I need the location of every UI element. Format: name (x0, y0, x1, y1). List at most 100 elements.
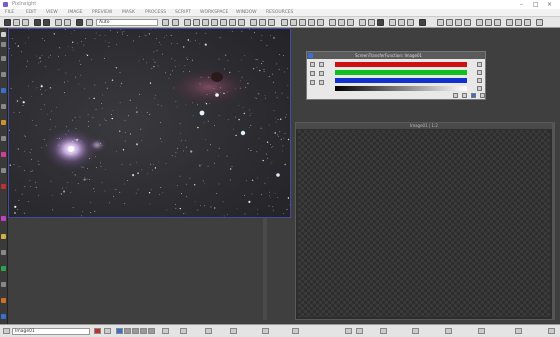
readout-icon[interactable] (162, 19, 169, 26)
display-rgb-icon[interactable] (464, 19, 471, 26)
stf-edit-icon[interactable] (398, 19, 405, 26)
stf-new-instance-icon[interactable] (453, 93, 458, 98)
menu-image[interactable]: IMAGE (68, 10, 83, 15)
display-lum-icon[interactable] (476, 19, 483, 26)
view-icon[interactable] (86, 19, 93, 26)
stf-track-toggle-icon[interactable] (310, 80, 315, 85)
green-channel-bar[interactable] (335, 70, 467, 75)
stf-pen-icon[interactable] (310, 62, 315, 67)
undo-icon[interactable] (34, 19, 41, 26)
stf-blue-reset-icon[interactable] (477, 78, 482, 83)
tool-c-icon[interactable] (347, 19, 354, 26)
readout-toggle-icon[interactable] (180, 328, 187, 334)
zoom-out-icon[interactable] (290, 19, 297, 26)
project-icon[interactable] (64, 19, 71, 26)
sidebar-project-icon[interactable] (1, 104, 6, 109)
explorer-icon[interactable] (55, 19, 62, 26)
menu-preview[interactable]: PREVIEW (92, 10, 112, 15)
sidebar-tool-c-icon[interactable] (1, 282, 6, 287)
stf-green-reset-icon[interactable] (477, 70, 482, 75)
panel-scrollbar[interactable] (263, 218, 267, 320)
menu-resources[interactable]: RESOURCES (266, 10, 293, 15)
channel-l-icon[interactable] (148, 328, 155, 334)
redo-icon[interactable] (43, 19, 50, 26)
channels-icon[interactable] (250, 19, 257, 26)
red-channel-bar[interactable] (335, 62, 467, 67)
image-window[interactable] (8, 28, 291, 218)
play-icon[interactable] (345, 328, 352, 334)
sidebar-astro-icon[interactable] (1, 234, 6, 239)
grid-icon[interactable] (211, 19, 218, 26)
mask-icon[interactable] (229, 19, 236, 26)
stf-apply-global-icon[interactable] (471, 93, 476, 98)
info-c-icon[interactable] (445, 328, 452, 334)
resize-grip-icon[interactable] (548, 328, 555, 334)
gamut-icon[interactable] (524, 19, 531, 26)
info-d-icon[interactable] (478, 328, 485, 334)
sidebar-tool-a-icon[interactable] (1, 250, 6, 255)
stf-apply-icon[interactable] (462, 93, 467, 98)
luminance-bar[interactable] (335, 86, 467, 91)
tool-b-icon[interactable] (338, 19, 345, 26)
pan-icon[interactable] (184, 19, 191, 26)
crosshair-icon[interactable] (172, 19, 179, 26)
open-icon[interactable] (13, 19, 20, 26)
zoom-1-icon[interactable] (299, 19, 306, 26)
channel-r-icon[interactable] (124, 328, 131, 334)
sidebar-tool-d-icon[interactable] (1, 298, 6, 303)
sidebar-tool-b-icon[interactable] (1, 266, 6, 271)
sidebar-tool-e-icon[interactable] (1, 314, 6, 319)
align-icon[interactable] (220, 19, 227, 26)
channel-g-icon[interactable] (132, 328, 139, 334)
minimize-button[interactable]: – (520, 1, 523, 8)
stf-red-reset-icon[interactable] (477, 62, 482, 67)
sidebar-view-icon[interactable] (1, 72, 6, 77)
next-icon[interactable] (356, 328, 363, 334)
sidebar-script-icon[interactable] (1, 120, 6, 125)
info-a-icon[interactable] (380, 328, 387, 334)
stf-icon[interactable] (359, 19, 366, 26)
sidebar-console-icon[interactable] (1, 136, 6, 141)
stf-auto-stretch-icon[interactable] (319, 71, 324, 76)
zoom-fit-icon[interactable] (268, 19, 275, 26)
zoom-in-icon[interactable] (281, 19, 288, 26)
stf-lum-reset-icon[interactable] (477, 86, 482, 91)
display-red-icon[interactable] (437, 19, 444, 26)
stf-magnify-icon[interactable] (310, 71, 315, 76)
blue-channel-bar[interactable] (335, 78, 467, 83)
stf-reset-icon[interactable] (480, 93, 485, 98)
view-list-icon[interactable] (3, 328, 10, 334)
menu-workspace[interactable]: WORKSPACE (200, 10, 228, 15)
coordinates-icon[interactable] (162, 328, 169, 334)
close-button[interactable]: × (547, 1, 552, 8)
sidebar-history-icon[interactable] (1, 56, 6, 61)
maximize-button[interactable]: □ (533, 1, 539, 8)
tool-a-icon[interactable] (329, 19, 336, 26)
vertical-scrollbar[interactable] (552, 122, 555, 320)
stf-zoom-icon[interactable] (319, 80, 324, 85)
sidebar-catalog-icon[interactable] (1, 168, 6, 173)
stf-auto-icon[interactable] (377, 19, 384, 26)
display-alpha-icon[interactable] (485, 19, 492, 26)
secondary-image-window[interactable]: Image01 | 1:2 (295, 122, 553, 320)
mask-toggle-icon[interactable] (104, 328, 111, 334)
history-icon[interactable] (76, 19, 83, 26)
sidebar-mask-icon[interactable] (1, 184, 6, 189)
proof-icon[interactable] (515, 19, 522, 26)
size-status-icon[interactable] (230, 328, 237, 334)
stf-link-toggle-icon[interactable] (319, 62, 324, 67)
zoom-select[interactable]: Auto (96, 19, 158, 26)
info-e-icon[interactable] (515, 328, 522, 334)
sidebar-format-icon[interactable] (1, 88, 6, 93)
menu-view[interactable]: VIEW (46, 10, 58, 15)
colormgmt-icon[interactable] (506, 19, 513, 26)
select-icon[interactable] (193, 19, 200, 26)
channel-rgb-icon[interactable] (116, 328, 123, 334)
invert-icon[interactable] (238, 19, 245, 26)
stf-reset-icon[interactable] (389, 19, 396, 26)
menu-edit[interactable]: EDIT (26, 10, 36, 15)
sidebar-image-icon[interactable] (1, 152, 6, 157)
stf-link-icon[interactable] (368, 19, 375, 26)
menu-script[interactable]: SCRIPT (175, 10, 191, 15)
preview-icon[interactable] (202, 19, 209, 26)
